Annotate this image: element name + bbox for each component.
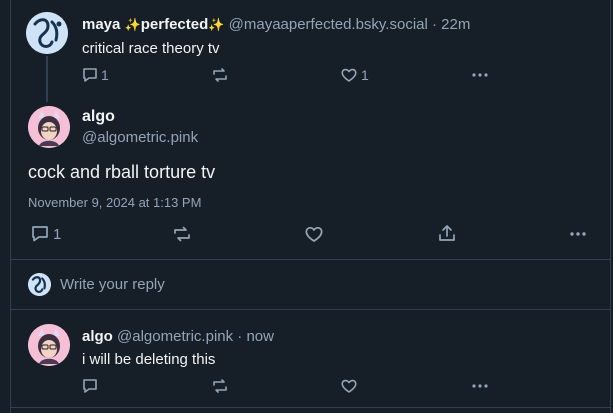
handle[interactable]: @algometric.pink: [117, 328, 233, 345]
reply-icon[interactable]: [81, 66, 99, 84]
post-timestamp[interactable]: November 9, 2024 at 1:13 PM: [28, 195, 201, 210]
repost-icon[interactable]: [211, 66, 229, 84]
share-icon[interactable]: [437, 223, 457, 243]
reply-icon[interactable]: [30, 224, 50, 244]
sparkle-icon: ✨: [208, 17, 225, 32]
display-name[interactable]: perfected: [141, 16, 209, 33]
display-name[interactable]: algo: [82, 108, 115, 126]
reply-count: 1: [53, 226, 62, 243]
divider: [10, 309, 611, 310]
like-icon[interactable]: [304, 224, 324, 244]
reply-composer[interactable]: Write your reply: [10, 260, 611, 309]
repost-icon[interactable]: [211, 377, 229, 395]
like-count: 1: [361, 67, 369, 83]
handle[interactable]: @algometric.pink: [82, 129, 198, 146]
display-name[interactable]: algo: [82, 328, 113, 345]
post-time[interactable]: · 22m: [432, 16, 470, 33]
post-maya-header: maya ✨perfected✨ @mayaaperfected.bsky.so…: [82, 16, 470, 33]
avatar-maya[interactable]: [26, 12, 68, 54]
more-icon[interactable]: [470, 377, 490, 395]
avatar-self: [28, 273, 51, 296]
sparkle-icon: ✨: [124, 17, 141, 32]
post-time[interactable]: · now: [237, 328, 274, 345]
reply-count: 1: [101, 67, 109, 83]
more-icon[interactable]: [568, 224, 588, 244]
reply-header: algo @algometric.pink · now: [82, 328, 274, 345]
reply-icon[interactable]: [81, 377, 99, 395]
thread-line: [46, 56, 48, 102]
more-icon[interactable]: [470, 66, 490, 84]
post-text: i will be deleting this: [82, 351, 216, 368]
display-name[interactable]: maya: [82, 16, 120, 33]
post-text: critical race theory tv: [82, 40, 220, 57]
avatar-algo[interactable]: [28, 324, 70, 366]
like-icon[interactable]: [340, 377, 358, 395]
avatar-algo[interactable]: [28, 106, 70, 148]
reply-placeholder[interactable]: Write your reply: [60, 276, 165, 293]
like-icon[interactable]: [340, 66, 358, 84]
post-text: cock and rball torture tv: [28, 162, 216, 182]
divider: [10, 407, 611, 408]
repost-icon[interactable]: [172, 224, 192, 244]
handle[interactable]: @mayaaperfected.bsky.social: [229, 16, 428, 33]
